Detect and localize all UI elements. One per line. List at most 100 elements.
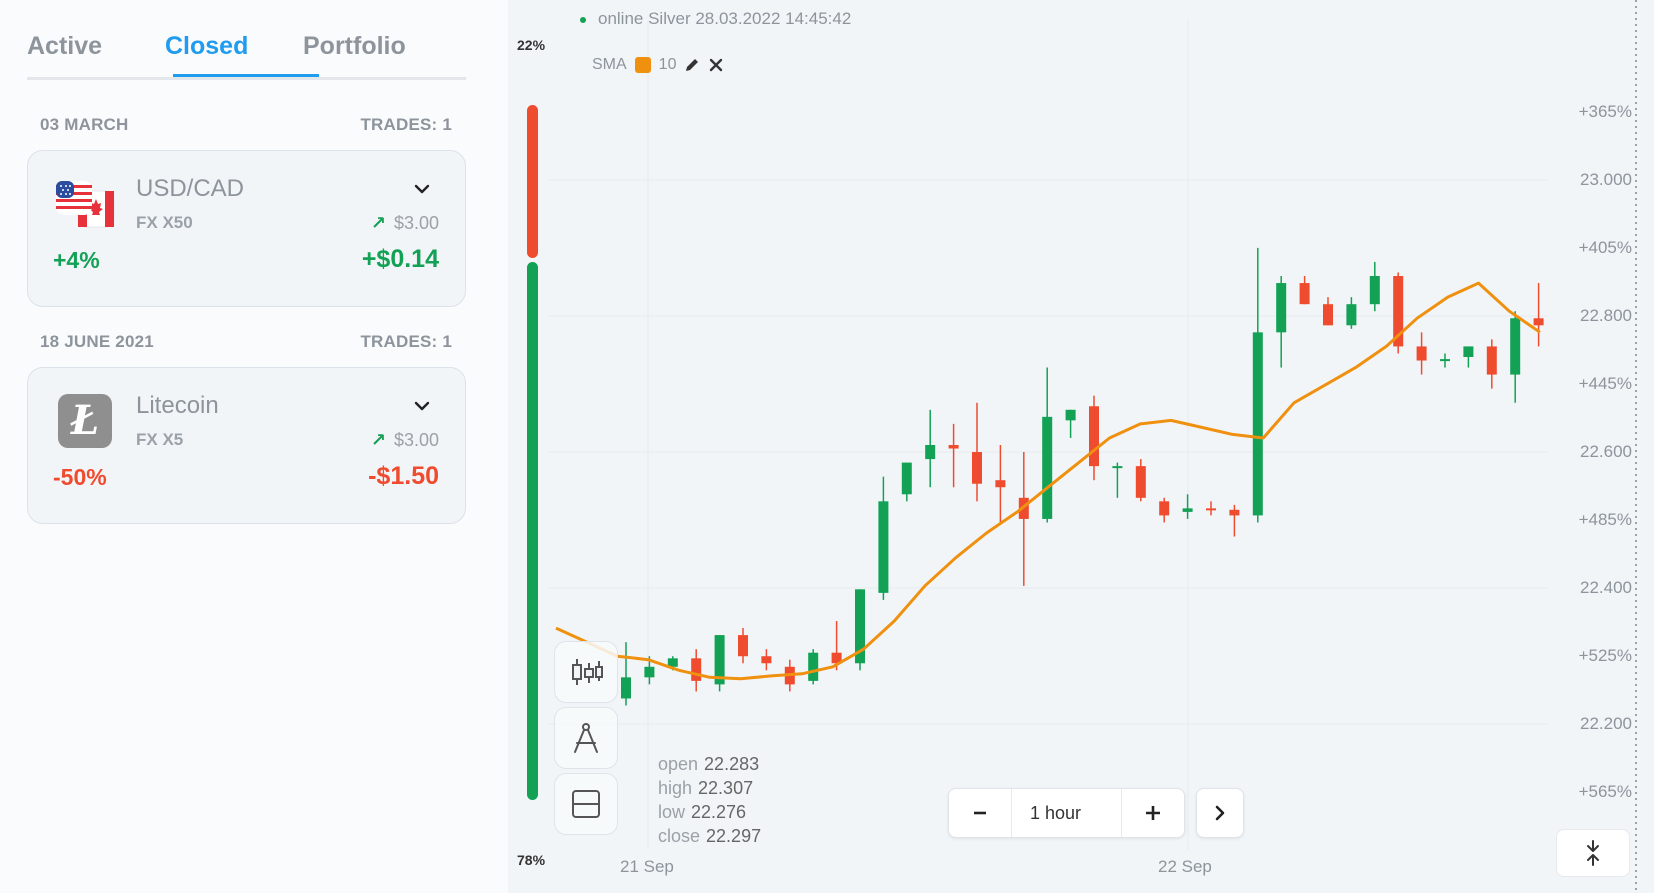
ohlc-close: close 22.297 (658, 826, 762, 846)
ohlc-open: open 22.283 (658, 754, 760, 774)
candle (1369, 261, 1380, 312)
day-header: 18 JUNE 2021 TRADES: 1 (40, 332, 452, 352)
trade-card-usdcad[interactable]: USD/CAD FX X50 ↗ $3.00 +4% +$0.14 (27, 150, 466, 307)
candle (1229, 504, 1240, 537)
loss-amount: -$1.50 (368, 462, 439, 490)
candle (972, 402, 982, 502)
zoom-in-button[interactable] (1122, 789, 1184, 837)
y-axis-label: +485% (1578, 510, 1632, 529)
candle (948, 423, 959, 488)
arrow-up-right-icon: ↗ (370, 430, 386, 450)
x-axis-label: 22 Sep (1158, 857, 1212, 876)
close-icon[interactable] (708, 57, 724, 73)
drawing-tools-button[interactable] (554, 707, 618, 769)
trade-card-litecoin[interactable]: Ł Litecoin FX X5 ↗ $3.00 -50% -$1.50 (27, 367, 466, 524)
trade-tabs: Active Closed Portfolio (27, 28, 466, 80)
candle (1416, 332, 1427, 375)
y-axis-label: 22.200 (1580, 714, 1632, 733)
pencil-icon[interactable] (684, 57, 700, 73)
trades-panel: Active Closed Portfolio 03 MARCH TRADES:… (0, 0, 508, 893)
asset-name: USD/CAD (136, 175, 245, 202)
compass-icon (574, 723, 598, 753)
candle (925, 409, 936, 488)
y-axis-label: +445% (1578, 374, 1632, 393)
chart-type-button[interactable] (554, 641, 618, 703)
chevron-down-icon[interactable] (414, 398, 430, 414)
tab-closed[interactable]: Closed (165, 32, 248, 61)
candle (1112, 462, 1123, 498)
candle (1323, 297, 1333, 326)
y-axis-label: 23.000 (1580, 170, 1632, 189)
us-ca-flag-icon (56, 181, 115, 228)
candle (1393, 272, 1404, 354)
sentiment-bar-buy (527, 262, 538, 800)
asset-multiplier: FX X5 (136, 430, 184, 449)
y-axis-label: 22.800 (1580, 306, 1632, 325)
candle (808, 649, 819, 685)
candle (738, 628, 748, 664)
split-layout-icon (572, 790, 600, 818)
candle (1440, 353, 1450, 368)
x-axis-label: 21 Sep (620, 857, 674, 876)
chart-area[interactable]: online Silver 28.03.2022 14:45:42 SMA 10… (508, 0, 1654, 893)
timeframe-selector: 1 hour (948, 788, 1185, 838)
collapse-button[interactable] (1556, 829, 1630, 877)
tab-active[interactable]: Active (27, 32, 102, 61)
profit-percent: +4% (53, 247, 100, 273)
y-axis-label: 22.400 (1580, 578, 1632, 597)
asset-name: Litecoin (136, 392, 219, 419)
candle (691, 649, 702, 692)
day-trades-count: TRADES: 1 (360, 332, 452, 351)
invest-amount: ↗ $3.00 (370, 430, 439, 450)
sentiment-bar-sell (527, 105, 538, 258)
candle (1299, 276, 1310, 305)
timeframe-label[interactable]: 1 hour (1011, 789, 1122, 837)
y-axis-label: 22.600 (1580, 442, 1632, 461)
online-dot-icon (580, 16, 586, 23)
candle (901, 462, 912, 502)
sentiment-bottom: 78% (517, 852, 546, 868)
compress-arrows-icon (1587, 840, 1599, 866)
minus-icon (974, 811, 986, 815)
candle (1159, 497, 1170, 523)
candle (1135, 459, 1146, 502)
candle (714, 635, 725, 692)
candle (1042, 367, 1053, 523)
candle (1182, 494, 1193, 519)
profit-amount: +$0.14 (361, 245, 439, 273)
candle (1252, 247, 1263, 523)
chevron-down-icon[interactable] (414, 181, 430, 197)
candle (1510, 311, 1521, 403)
tab-portfolio[interactable]: Portfolio (303, 32, 406, 61)
asset-multiplier: FX X50 (136, 213, 193, 232)
candle (1018, 452, 1029, 586)
candle (995, 445, 1006, 523)
candle (1463, 346, 1474, 368)
candle (1089, 395, 1099, 481)
active-tab-indicator (173, 74, 319, 77)
ohlc-readout: open 22.283 high 22.307 low 22.276 close 22.… (658, 752, 761, 848)
indicator-color-swatch[interactable] (634, 57, 651, 73)
candlestick-icon (572, 659, 603, 685)
candle (855, 589, 865, 671)
layout-button[interactable] (554, 773, 618, 835)
y-axis-label: +525% (1578, 646, 1632, 665)
zoom-out-button[interactable] (949, 789, 1011, 837)
litecoin-icon: Ł (58, 394, 112, 448)
plus-icon (1146, 806, 1160, 820)
indicator-period: 10 (658, 56, 677, 73)
day-header: 03 MARCH TRADES: 1 (40, 115, 452, 135)
candle (1486, 339, 1497, 389)
day-date: 18 JUNE 2021 (40, 332, 154, 351)
day-date: 03 MARCH (40, 115, 129, 134)
candle (878, 476, 889, 600)
scroll-to-latest-button[interactable] (1196, 788, 1244, 838)
candle (621, 642, 631, 706)
invest-amount: ↗ $3.00 (370, 213, 439, 233)
candle (1346, 297, 1357, 329)
market-status: online Silver 28.03.2022 14:45:42 (580, 9, 851, 29)
candle (1276, 276, 1287, 368)
y-axis-label: +405% (1578, 238, 1632, 257)
chevron-right-icon (1215, 805, 1225, 821)
arrow-up-right-icon: ↗ (370, 213, 386, 233)
